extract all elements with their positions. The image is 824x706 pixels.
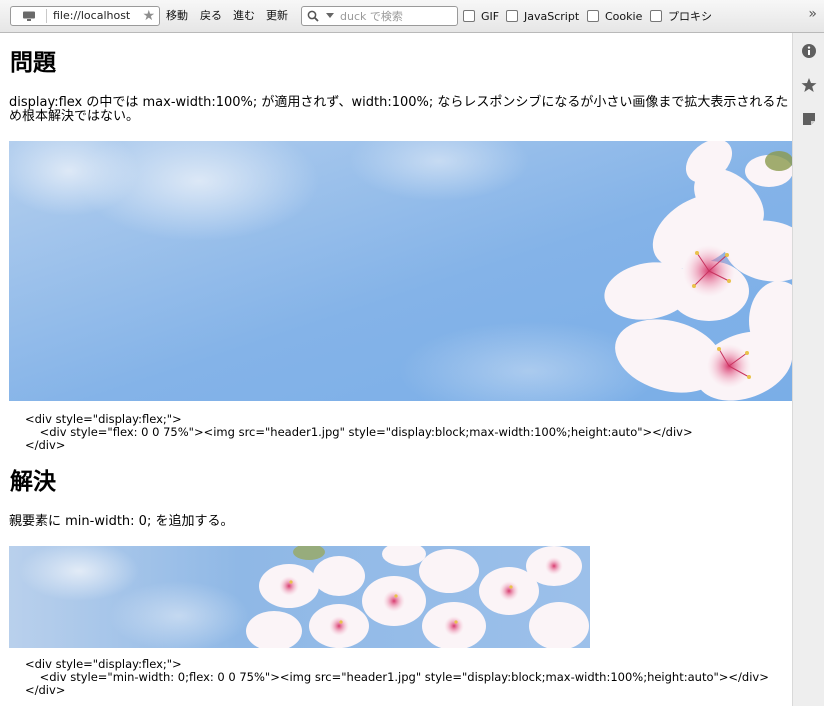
browser-toolbar: file://localhost ★ 移動 戻る 進む 更新 GIF JavaS… — [0, 0, 824, 33]
problem-code-block: <div style="display:flex;"> <div style="… — [25, 413, 693, 452]
checkbox-label: プロキシ — [668, 10, 712, 23]
search-icon[interactable] — [307, 10, 319, 22]
reload-button[interactable]: 更新 — [266, 7, 288, 25]
note-icon[interactable] — [801, 111, 817, 127]
checkbox-box[interactable] — [587, 10, 599, 22]
toolbar-overflow-chevron-icon[interactable]: » — [808, 6, 816, 22]
cherry-blossom-header-image — [9, 141, 792, 401]
url-text[interactable]: file://localhost — [53, 8, 130, 24]
code-line: <div style="flex: 0 0 75%"><img src="hea… — [25, 425, 693, 439]
info-icon[interactable] — [801, 43, 817, 59]
checkbox-label: JavaScript — [524, 9, 580, 23]
solution-code-block: <div style="display:flex;"> <div style="… — [25, 658, 769, 697]
search-input[interactable] — [340, 8, 452, 24]
gif-checkbox[interactable]: GIF — [463, 8, 499, 24]
checkbox-label: Cookie — [605, 9, 643, 23]
search-box — [301, 6, 458, 26]
bookmark-star-icon[interactable] — [801, 77, 817, 93]
checkbox-box[interactable] — [506, 10, 518, 22]
checkbox-label: GIF — [481, 9, 500, 23]
code-line: <div style="min-width: 0;flex: 0 0 75%">… — [25, 670, 769, 684]
back-button[interactable]: 戻る — [200, 7, 222, 25]
move-button[interactable]: 移動 — [166, 7, 188, 25]
bookmark-star-icon[interactable]: ★ — [142, 8, 155, 24]
monitor-icon — [23, 11, 35, 21]
solution-description: 親要素に min-width: 0; を追加する。 — [9, 514, 234, 529]
solution-heading: 解決 — [10, 469, 56, 495]
url-separator — [46, 9, 47, 23]
problem-description: display:flex の中では max-width:100%; が適用されず… — [9, 95, 789, 124]
cherry-blossom-small-image — [9, 546, 590, 648]
javascript-checkbox[interactable]: JavaScript — [506, 8, 579, 24]
forward-button[interactable]: 進む — [233, 7, 255, 25]
proxy-checkbox[interactable]: プロキシ — [650, 8, 712, 24]
code-line: </div> — [25, 438, 66, 452]
cookie-checkbox[interactable]: Cookie — [587, 8, 642, 24]
problem-heading: 問題 — [10, 50, 56, 76]
side-panel — [792, 33, 824, 706]
page-content: 問題 display:flex の中では max-width:100%; が適用… — [0, 33, 792, 706]
search-engine-dropdown-icon[interactable] — [326, 13, 334, 18]
code-line: </div> — [25, 683, 66, 697]
url-bar[interactable]: file://localhost ★ — [10, 6, 160, 26]
checkbox-box[interactable] — [650, 10, 662, 22]
checkbox-box[interactable] — [463, 10, 475, 22]
